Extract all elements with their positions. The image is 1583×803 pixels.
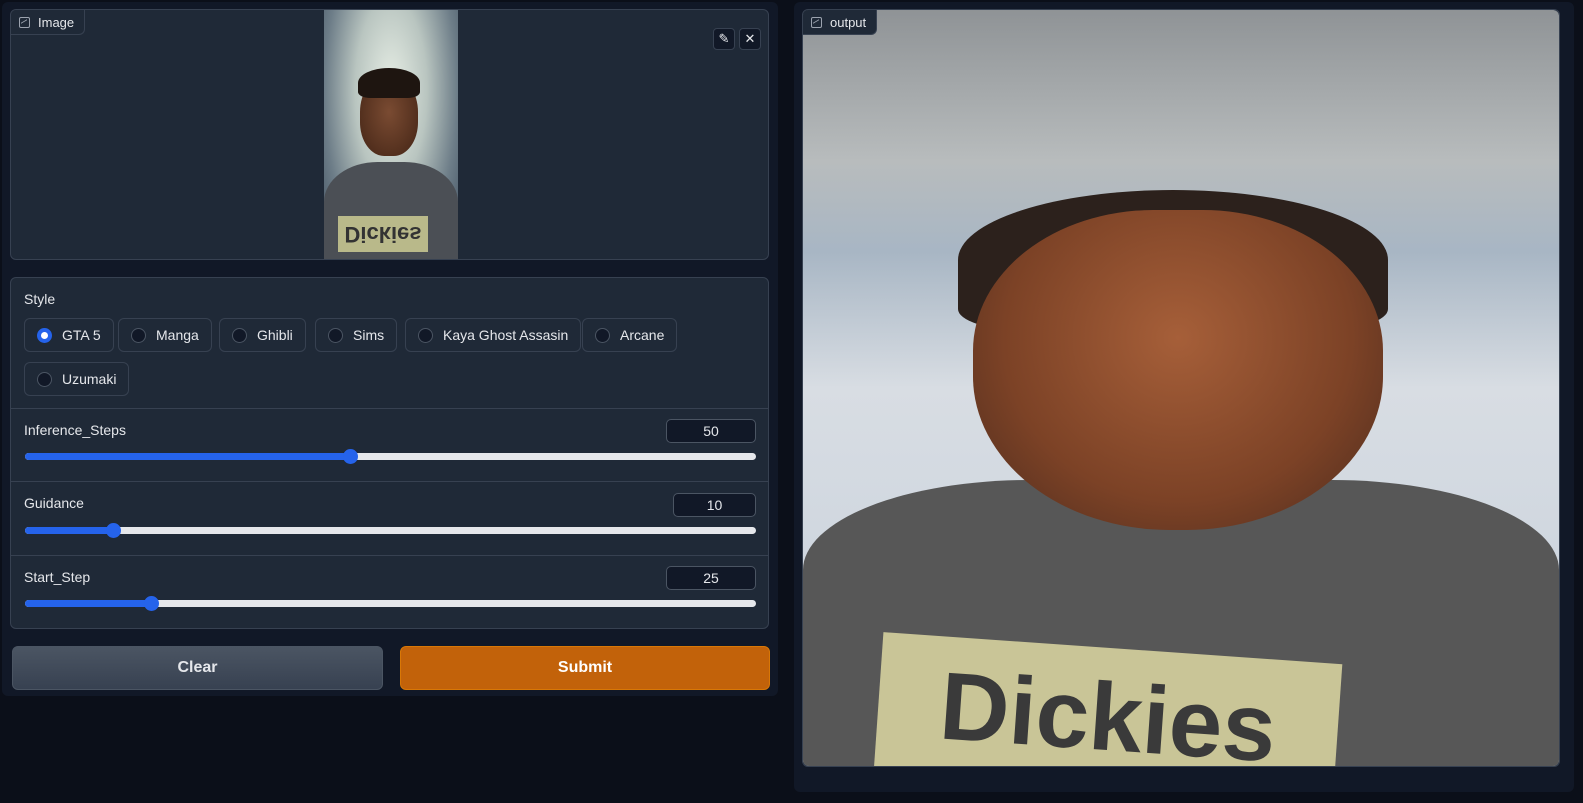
left-column: Dickies Image ✎ ✕ Style GTA 5 Manga Ghib… [2, 2, 778, 696]
guidance-control: Guidance 10 [11, 481, 769, 556]
inference-steps-control: Inference_Steps 50 [11, 408, 769, 482]
edit-button[interactable]: ✎ [713, 28, 735, 50]
pencil-icon: ✎ [718, 31, 730, 46]
start-step-slider[interactable] [25, 596, 756, 611]
start-step-control: Start_Step 25 [11, 555, 769, 630]
slider-handle[interactable] [144, 596, 160, 611]
style-option-label: Kaya Ghost Assasin [443, 327, 569, 343]
image-icon [811, 16, 822, 28]
style-option-label: Sims [353, 327, 385, 343]
start-step-label: Start_Step [24, 569, 91, 585]
style-option-ghibli[interactable]: Ghibli [219, 318, 306, 352]
guidance-input[interactable]: 10 [673, 493, 756, 517]
radio-dot [595, 327, 610, 343]
style-option-gta5[interactable]: GTA 5 [24, 318, 114, 352]
style-option-sims[interactable]: Sims [315, 318, 398, 352]
style-label: Style [24, 291, 56, 307]
start-step-input[interactable]: 25 [666, 566, 756, 590]
image-input-panel[interactable]: Dickies Image ✎ ✕ [10, 9, 769, 260]
slider-fill [25, 600, 152, 607]
controls-panel: Style GTA 5 Manga Ghibli Sims Kaya Ghost… [10, 277, 769, 629]
clear-image-button[interactable]: ✕ [739, 28, 761, 50]
style-option-label: GTA 5 [62, 327, 101, 343]
clear-button[interactable]: Clear [12, 646, 383, 690]
output-label: output [830, 14, 867, 30]
radio-dot-selected [37, 327, 52, 343]
output-image: Dickies [803, 10, 1559, 766]
slider-fill [25, 527, 113, 534]
style-option-label: Arcane [620, 327, 665, 343]
guidance-label: Guidance [24, 495, 84, 511]
style-option-arcane[interactable]: Arcane [582, 318, 678, 352]
close-icon: ✕ [744, 31, 756, 46]
slider-fill [25, 453, 351, 460]
radio-dot [37, 371, 52, 387]
right-column: Dickies output [794, 2, 1574, 792]
radio-dot [418, 327, 433, 343]
radio-dot [328, 327, 343, 343]
style-option-uzumaki[interactable]: Uzumaki [24, 362, 130, 396]
inference-steps-input[interactable]: 50 [666, 419, 756, 443]
inference-steps-label: Inference_Steps [24, 422, 126, 438]
output-panel: Dickies output [802, 9, 1560, 767]
slider-handle[interactable] [343, 449, 359, 464]
output-label-tag: output [803, 10, 878, 35]
style-option-manga[interactable]: Manga [118, 318, 212, 352]
shirt-print: Dickies [338, 216, 428, 252]
image-icon [19, 16, 30, 28]
input-photo: Dickies [324, 10, 458, 259]
style-option-label: Ghibli [257, 327, 293, 343]
image-label-tag: Image [11, 10, 86, 35]
style-option-label: Uzumaki [62, 371, 117, 387]
radio-dot [131, 327, 146, 343]
style-option-kaya-ghost-assasin[interactable]: Kaya Ghost Assasin [405, 318, 582, 352]
image-label: Image [38, 14, 75, 30]
guidance-slider[interactable] [25, 523, 756, 538]
radio-dot [232, 327, 247, 343]
submit-button[interactable]: Submit [400, 646, 770, 690]
slider-handle[interactable] [105, 523, 121, 538]
inference-steps-slider[interactable] [25, 449, 756, 464]
style-option-label: Manga [156, 327, 199, 343]
